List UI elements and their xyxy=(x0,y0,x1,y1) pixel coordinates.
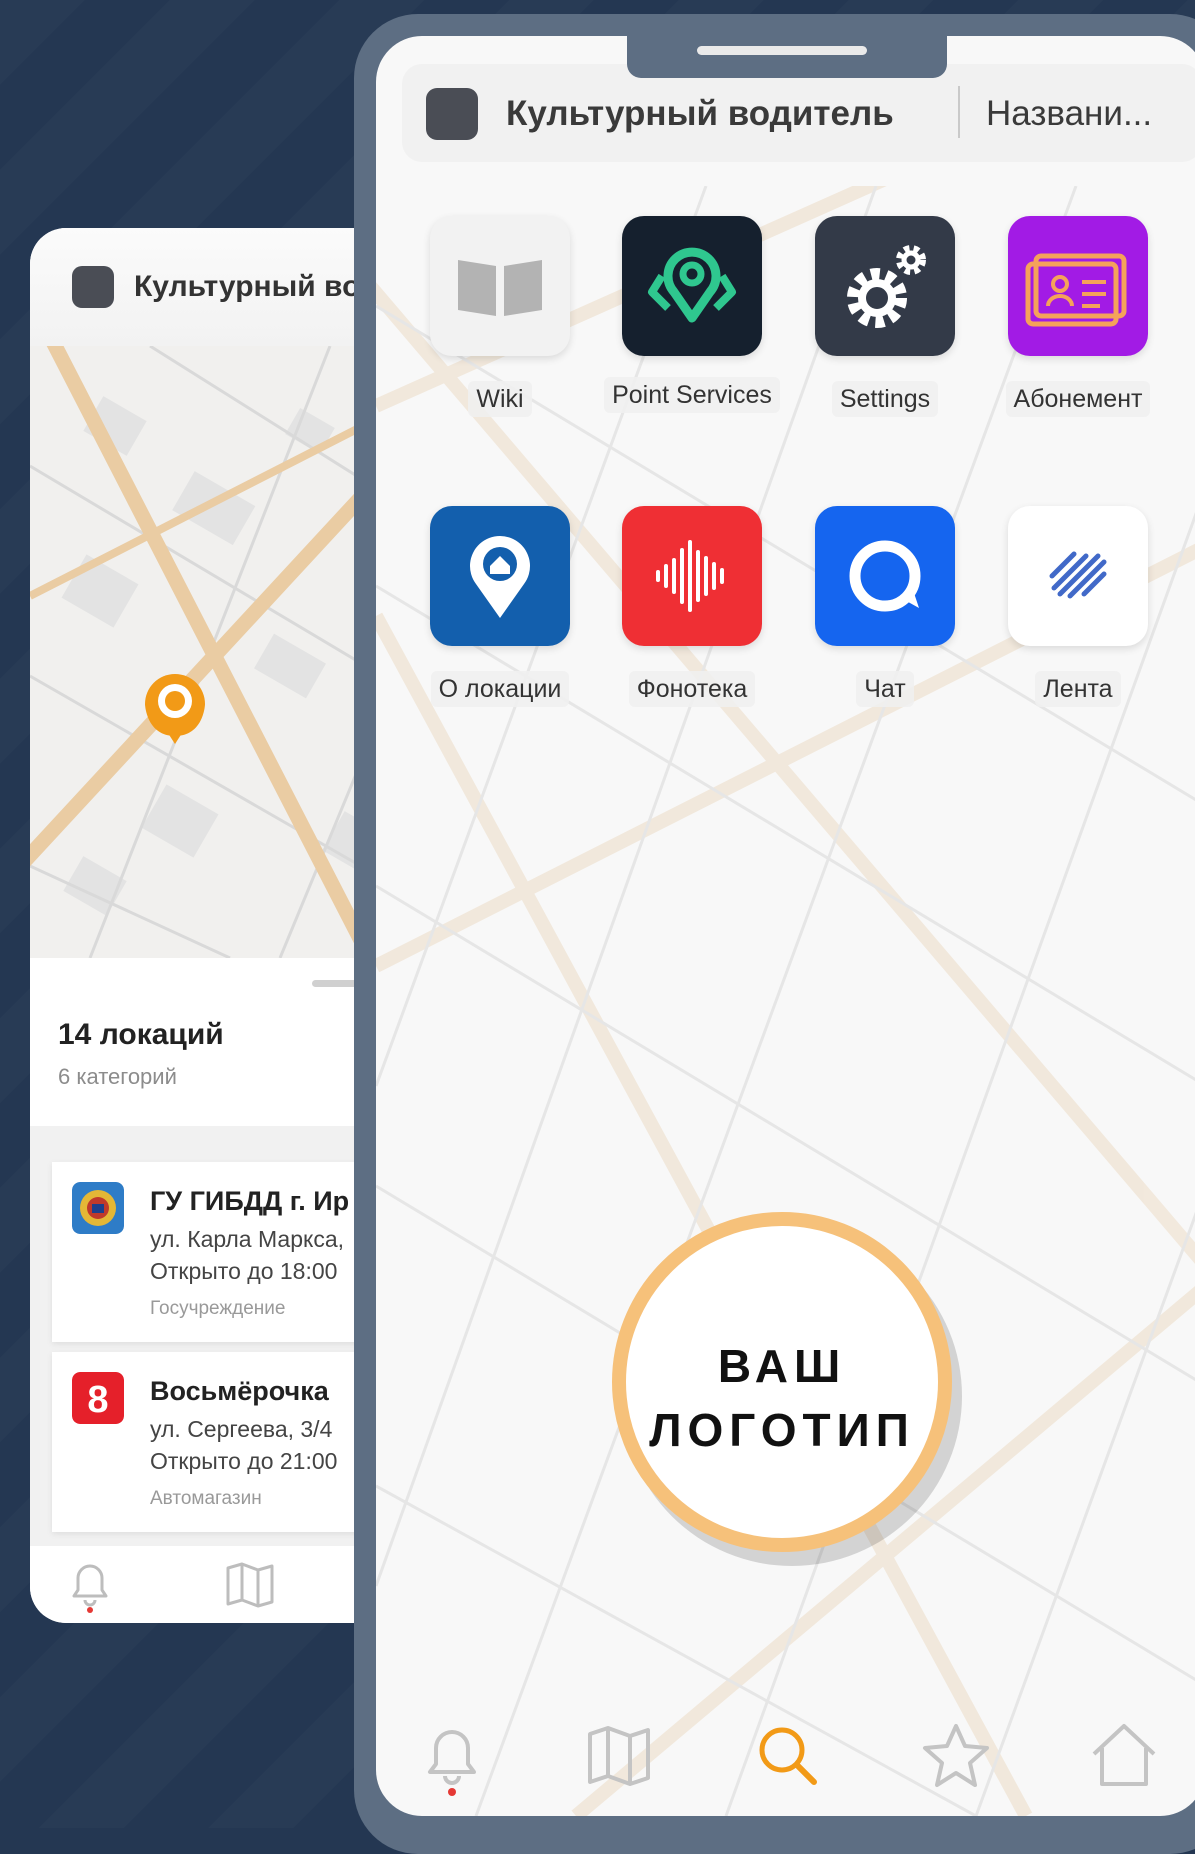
app-label: Абонемент xyxy=(981,381,1175,417)
app-label: Wiki xyxy=(403,381,597,417)
logo-placeholder: ВАШ ЛОГОТИП xyxy=(612,1212,952,1552)
app-label: О локации xyxy=(403,671,597,707)
feed-lines-icon xyxy=(1008,506,1148,646)
app-label: Settings xyxy=(788,381,982,417)
svg-text:8: 8 xyxy=(87,1379,108,1421)
app-label: Лента xyxy=(981,671,1175,707)
app-header: Культурный водитель Названи... xyxy=(402,64,1195,162)
app-title: Культурный водитель xyxy=(506,94,894,133)
star-icon[interactable] xyxy=(916,1716,996,1796)
search-icon[interactable] xyxy=(748,1716,828,1796)
map-icon[interactable] xyxy=(580,1716,660,1796)
location-hours: Открыто до 18:00 xyxy=(150,1258,338,1284)
app-logo-placeholder xyxy=(72,266,114,308)
sound-wave-icon xyxy=(622,506,762,646)
bell-icon[interactable] xyxy=(60,1554,120,1614)
header-divider xyxy=(958,86,960,138)
app-logo-placeholder xyxy=(426,88,478,140)
gear-icon xyxy=(815,216,955,356)
bell-icon[interactable] xyxy=(412,1716,492,1796)
location-name-selector[interactable]: Названи... xyxy=(986,94,1152,134)
location-category: Автомагазин xyxy=(150,1488,262,1509)
home-icon[interactable] xyxy=(1084,1716,1164,1796)
location-name: Восьмёрочка xyxy=(150,1376,329,1406)
phone-notch xyxy=(627,36,947,78)
categories-count: 6 категорий xyxy=(58,1064,177,1089)
book-icon xyxy=(430,216,570,356)
location-pin-icon xyxy=(622,216,762,356)
locations-count: 14 локаций xyxy=(58,1018,224,1051)
notification-dot xyxy=(448,1788,456,1796)
location-address: ул. Сергеева, 3/4 xyxy=(150,1416,333,1442)
location-address: ул. Карла Маркса, xyxy=(150,1226,344,1252)
location-name: ГУ ГИБДД г. Ир xyxy=(150,1186,350,1216)
location-hours: Открыто до 21:00 xyxy=(150,1448,338,1474)
phone-speaker xyxy=(697,46,867,55)
id-card-icon xyxy=(1008,216,1148,356)
location-category: Госучреждение xyxy=(150,1298,286,1319)
app-label: Фонотека xyxy=(595,671,789,707)
map-icon[interactable] xyxy=(220,1554,280,1614)
location-home-icon xyxy=(430,506,570,646)
back-app-title: Культурный вод xyxy=(134,270,380,303)
app-label: Чат xyxy=(788,671,982,707)
number-8-logo-icon: 8 xyxy=(72,1372,124,1424)
chat-icon xyxy=(815,506,955,646)
app-label: Point Services xyxy=(595,377,789,413)
police-emblem-icon xyxy=(72,1182,124,1234)
map-background xyxy=(376,186,1195,1816)
logo-placeholder-text: ВАШ ЛОГОТИП xyxy=(649,1340,915,1456)
